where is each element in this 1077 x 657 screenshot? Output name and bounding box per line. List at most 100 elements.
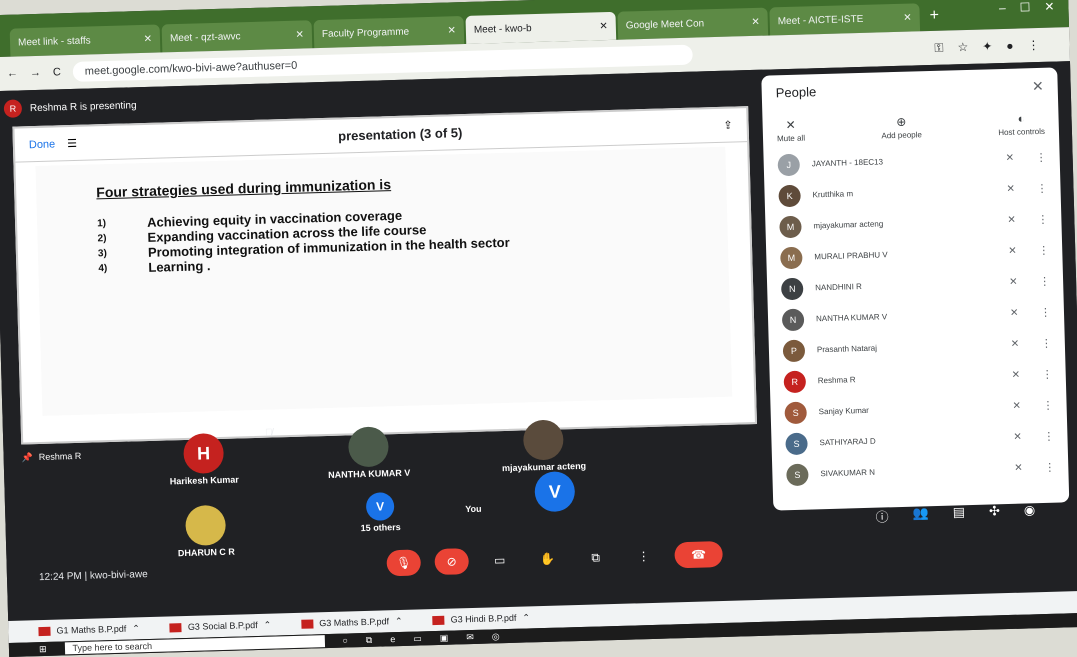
star-icon[interactable]: ☆ [957, 39, 968, 54]
windows-icon[interactable]: ⊞ [39, 643, 47, 654]
participant-name: DHARUN C R [177, 546, 235, 559]
close-icon[interactable]: ✕ [143, 33, 152, 44]
browser-tab[interactable]: Meet link - staffs ✕ [9, 24, 161, 57]
participant-name: JAYANTH - 18EC13 [811, 157, 884, 169]
chrome-icon[interactable]: ◎ [492, 631, 500, 642]
avatar: N [781, 308, 805, 331]
tab-label: Meet link - staffs [17, 34, 91, 48]
participant-tile[interactable]: H Harikesh Kumar [143, 432, 264, 487]
mail-icon[interactable]: ✉ [466, 631, 474, 642]
more-icon[interactable]: ⋮ [1042, 399, 1053, 412]
forward-icon[interactable]: → [30, 67, 41, 79]
host-controls-label: Host controls [998, 126, 1046, 138]
browser-tab[interactable]: Faculty Programme ✕ [313, 16, 465, 49]
extension-icon[interactable]: ✦ [982, 39, 992, 54]
chevron-up-icon[interactable]: ⌃ [522, 612, 530, 623]
key-icon[interactable]: ⚿ [934, 40, 944, 55]
pdf-icon [432, 615, 445, 625]
browser-tab[interactable]: Meet - AICTE-ISTE ✕ [769, 3, 921, 36]
raise-hand-button[interactable]: ✋ [530, 545, 565, 572]
download-item[interactable]: G3 Social B.P.pdf ⌃ [169, 619, 272, 633]
menu-icon[interactable]: ⋮ [1027, 37, 1039, 52]
done-button[interactable]: Done [29, 138, 56, 151]
chevron-up-icon[interactable]: ⌃ [264, 619, 272, 630]
download-item[interactable]: G3 Hindi B.P.pdf ⌃ [432, 612, 530, 626]
back-icon[interactable]: ← [7, 67, 18, 79]
profile-icon[interactable]: ● [1006, 38, 1014, 53]
share-icon[interactable]: ⇪ [723, 119, 733, 132]
participant-name: Sanjay Kumar [818, 405, 870, 417]
add-people-button[interactable]: ⊕ Add people [881, 114, 922, 141]
self-label: Reshma R [38, 450, 82, 463]
window-controls: – ☐ ✕ [985, 0, 1069, 29]
browser-tab[interactable]: Meet - qzt-awvc ✕ [161, 20, 313, 53]
close-icon[interactable]: ✕ [751, 16, 760, 27]
download-item[interactable]: G1 Maths B.P.pdf ⌃ [38, 623, 140, 637]
new-tab-button[interactable]: + [921, 7, 947, 32]
camera-toggle-button[interactable]: ⊘ [434, 548, 470, 576]
mic-toggle-button[interactable]: 🎙 [386, 549, 422, 577]
chevron-up-icon[interactable]: ⌃ [132, 623, 140, 634]
host-icon[interactable]: ◉ [1024, 502, 1036, 521]
more-icon[interactable]: ⋮ [1039, 275, 1050, 288]
mic-off-icon: ✕ [1007, 214, 1016, 226]
avatar: J [777, 153, 801, 176]
present-button[interactable]: ⧉ [578, 544, 613, 571]
chat-icon[interactable]: ▤ [953, 504, 966, 523]
participant-tile[interactable]: DHARUN C R [145, 504, 266, 559]
mute-all-button[interactable]: ✕ Mute all [776, 118, 805, 144]
more-options-button[interactable]: ⋮ [626, 543, 661, 570]
participant-tile[interactable]: mjayakumar acteng [473, 418, 614, 474]
mic-off-icon: ✕ [1013, 431, 1023, 443]
browser-tab[interactable]: Google Meet Con ✕ [617, 7, 769, 40]
close-icon[interactable]: ✕ [599, 20, 608, 31]
presenting-label: Reshma R is presenting [29, 99, 137, 114]
more-icon[interactable]: ⋮ [1037, 213, 1048, 226]
panel-title: People [775, 84, 817, 101]
minimize-icon[interactable]: – [999, 1, 1006, 15]
slide-heading: Four strategies used during immunization… [96, 176, 392, 201]
activities-icon[interactable]: ✣ [989, 503, 1000, 522]
participant-row[interactable]: S SIVAKUMAR N ✕ ⋮ [786, 452, 1055, 490]
captions-button[interactable]: ▭ [482, 547, 517, 574]
close-icon[interactable]: ✕ [903, 12, 912, 23]
more-icon[interactable]: ⋮ [1038, 244, 1049, 257]
mic-off-icon: ✕ [1008, 276, 1018, 288]
chevron-up-icon[interactable]: ⌃ [395, 615, 403, 626]
cortana-icon[interactable]: ○ [342, 635, 348, 645]
participant-tile[interactable]: V 15 others [325, 491, 436, 534]
meet-area: R Reshma R is presenting Done ☰ presenta… [0, 61, 1077, 621]
download-item[interactable]: G3 Maths B.P.pdf ⌃ [301, 615, 403, 629]
pin-icon[interactable]: 📌 [21, 452, 33, 463]
edge-icon[interactable]: e [390, 634, 395, 644]
maximize-icon[interactable]: ☐ [1019, 0, 1030, 14]
close-icon[interactable]: ✕ [447, 25, 456, 36]
more-icon[interactable]: ⋮ [1036, 182, 1047, 195]
host-controls-button[interactable]: ◐ Host controls [998, 111, 1045, 137]
participant-tile[interactable]: NANTHA KUMAR V [303, 425, 434, 481]
participant-name: Prasanth Nataraj [816, 343, 878, 355]
more-icon[interactable]: ⋮ [1043, 430, 1054, 443]
panel-actions: ✕ Mute all ⊕ Add people ◐ Host controls [776, 111, 1045, 143]
list-icon[interactable]: ☰ [67, 137, 77, 150]
close-icon[interactable]: ✕ [1032, 78, 1044, 95]
mute-all-label: Mute all [776, 133, 806, 144]
reload-icon[interactable]: C [53, 66, 61, 78]
more-icon[interactable]: ⋮ [1041, 337, 1052, 350]
more-icon[interactable]: ⋮ [1042, 368, 1053, 381]
more-icon[interactable]: ⋮ [1040, 306, 1051, 319]
end-call-button[interactable]: ☎ [674, 540, 723, 569]
info-icon[interactable]: ⓘ [875, 506, 889, 525]
self-tile[interactable]: V [524, 471, 585, 515]
close-icon[interactable]: ✕ [295, 29, 304, 40]
folder-icon[interactable]: ▭ [413, 633, 422, 644]
close-window-icon[interactable]: ✕ [1044, 0, 1054, 14]
more-icon[interactable]: ⋮ [1035, 151, 1047, 164]
participant-name: mjayakumar acteng [813, 219, 884, 231]
task-view-icon[interactable]: ⧉ [366, 634, 373, 645]
browser-tab-active[interactable]: Meet - kwo-b ✕ [465, 11, 617, 44]
participant-name: 15 others [360, 521, 401, 534]
people-icon[interactable]: 👥 [912, 505, 929, 524]
more-icon[interactable]: ⋮ [1044, 461, 1055, 474]
avatar: S [786, 463, 809, 486]
